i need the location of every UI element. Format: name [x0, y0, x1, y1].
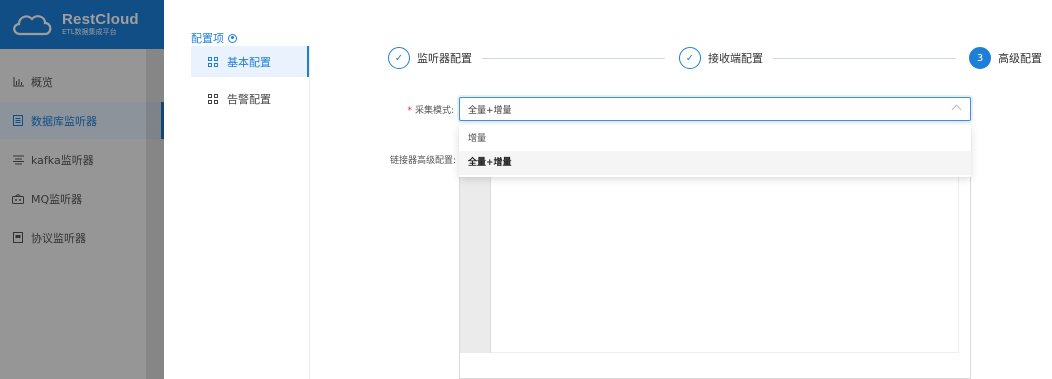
connector-config-editor[interactable] — [459, 177, 971, 379]
step-connector — [482, 58, 665, 59]
step-receiver-config[interactable]: ✓ 接收端配置 — [679, 47, 763, 69]
divider — [309, 46, 310, 379]
line-number-gutter — [460, 177, 491, 353]
collect-mode-select[interactable]: 全量+增量 — [459, 97, 971, 121]
cloud-logo-icon — [10, 12, 54, 38]
config-title-text: 配置项 — [191, 32, 224, 45]
target-icon — [228, 33, 237, 43]
logo-title: RestCloud — [62, 11, 139, 29]
collect-mode-label: * 采集模式: — [407, 106, 454, 116]
config-item-alarm[interactable]: 告警配置 — [191, 83, 309, 114]
sidebar-item-protocol-listener[interactable]: 协议监听器 — [0, 219, 164, 256]
grid-icon — [208, 93, 218, 104]
connector-config-label: 链接器高级配置: — [389, 156, 456, 166]
config-item-label: 告警配置 — [227, 92, 271, 106]
mq-icon — [12, 193, 24, 205]
sidebar-item-database-listener[interactable]: 数据库监听器 — [0, 102, 164, 139]
dropdown-option-full-incremental[interactable]: 全量+增量 — [459, 151, 971, 175]
document-icon — [12, 232, 24, 244]
select-value: 全量+增量 — [468, 105, 512, 116]
sidebar-item-label: 概览 — [31, 75, 53, 89]
config-panel-title: 配置项 — [191, 30, 237, 46]
sidebar-item-kafka-listener[interactable]: kafka监听器 — [0, 141, 164, 178]
check-icon: ✓ — [679, 47, 701, 69]
step-connector — [773, 58, 956, 59]
database-icon — [12, 115, 24, 127]
steps-bar: ✓ 监听器配置 ✓ 接收端配置 3 高级配置 — [388, 47, 1048, 71]
chevron-up-icon — [951, 104, 962, 115]
dropdown-option-incremental[interactable]: 增量 — [459, 127, 971, 151]
list-icon — [12, 154, 24, 166]
step-label: 高级配置 — [998, 52, 1042, 65]
step-number: 3 — [969, 47, 991, 69]
step-label: 监听器配置 — [417, 52, 472, 65]
required-mark: * — [407, 106, 412, 116]
collect-mode-dropdown: 增量 全量+增量 — [459, 125, 971, 177]
sidebar-item-overview[interactable]: 概览 — [0, 63, 164, 100]
check-icon: ✓ — [388, 47, 410, 69]
config-item-label: 基本配置 — [227, 55, 271, 69]
logo-subtitle: ETL数据集成平台 — [62, 28, 117, 37]
sidebar: RestCloud ETL数据集成平台 概览 数据库监听器 kafka监听器 M… — [0, 0, 164, 379]
step-listener-config[interactable]: ✓ 监听器配置 — [388, 47, 472, 69]
sidebar-item-label: 数据库监听器 — [31, 114, 97, 128]
chart-icon — [12, 76, 24, 88]
sidebar-item-label: MQ监听器 — [31, 192, 83, 206]
grid-icon — [208, 56, 218, 67]
sidebar-nav: 概览 数据库监听器 kafka监听器 MQ监听器 协议监听器 — [0, 63, 164, 256]
step-advanced-config[interactable]: 3 高级配置 — [969, 47, 1042, 69]
step-label: 接收端配置 — [708, 52, 763, 65]
logo[interactable]: RestCloud ETL数据集成平台 — [0, 0, 164, 49]
config-list: 基本配置 告警配置 — [191, 46, 309, 120]
sidebar-item-mq-listener[interactable]: MQ监听器 — [0, 180, 164, 217]
config-item-basic[interactable]: 基本配置 — [191, 46, 309, 77]
editor-content[interactable] — [491, 177, 959, 353]
sidebar-item-label: 协议监听器 — [31, 231, 86, 245]
sidebar-item-label: kafka监听器 — [31, 153, 94, 167]
